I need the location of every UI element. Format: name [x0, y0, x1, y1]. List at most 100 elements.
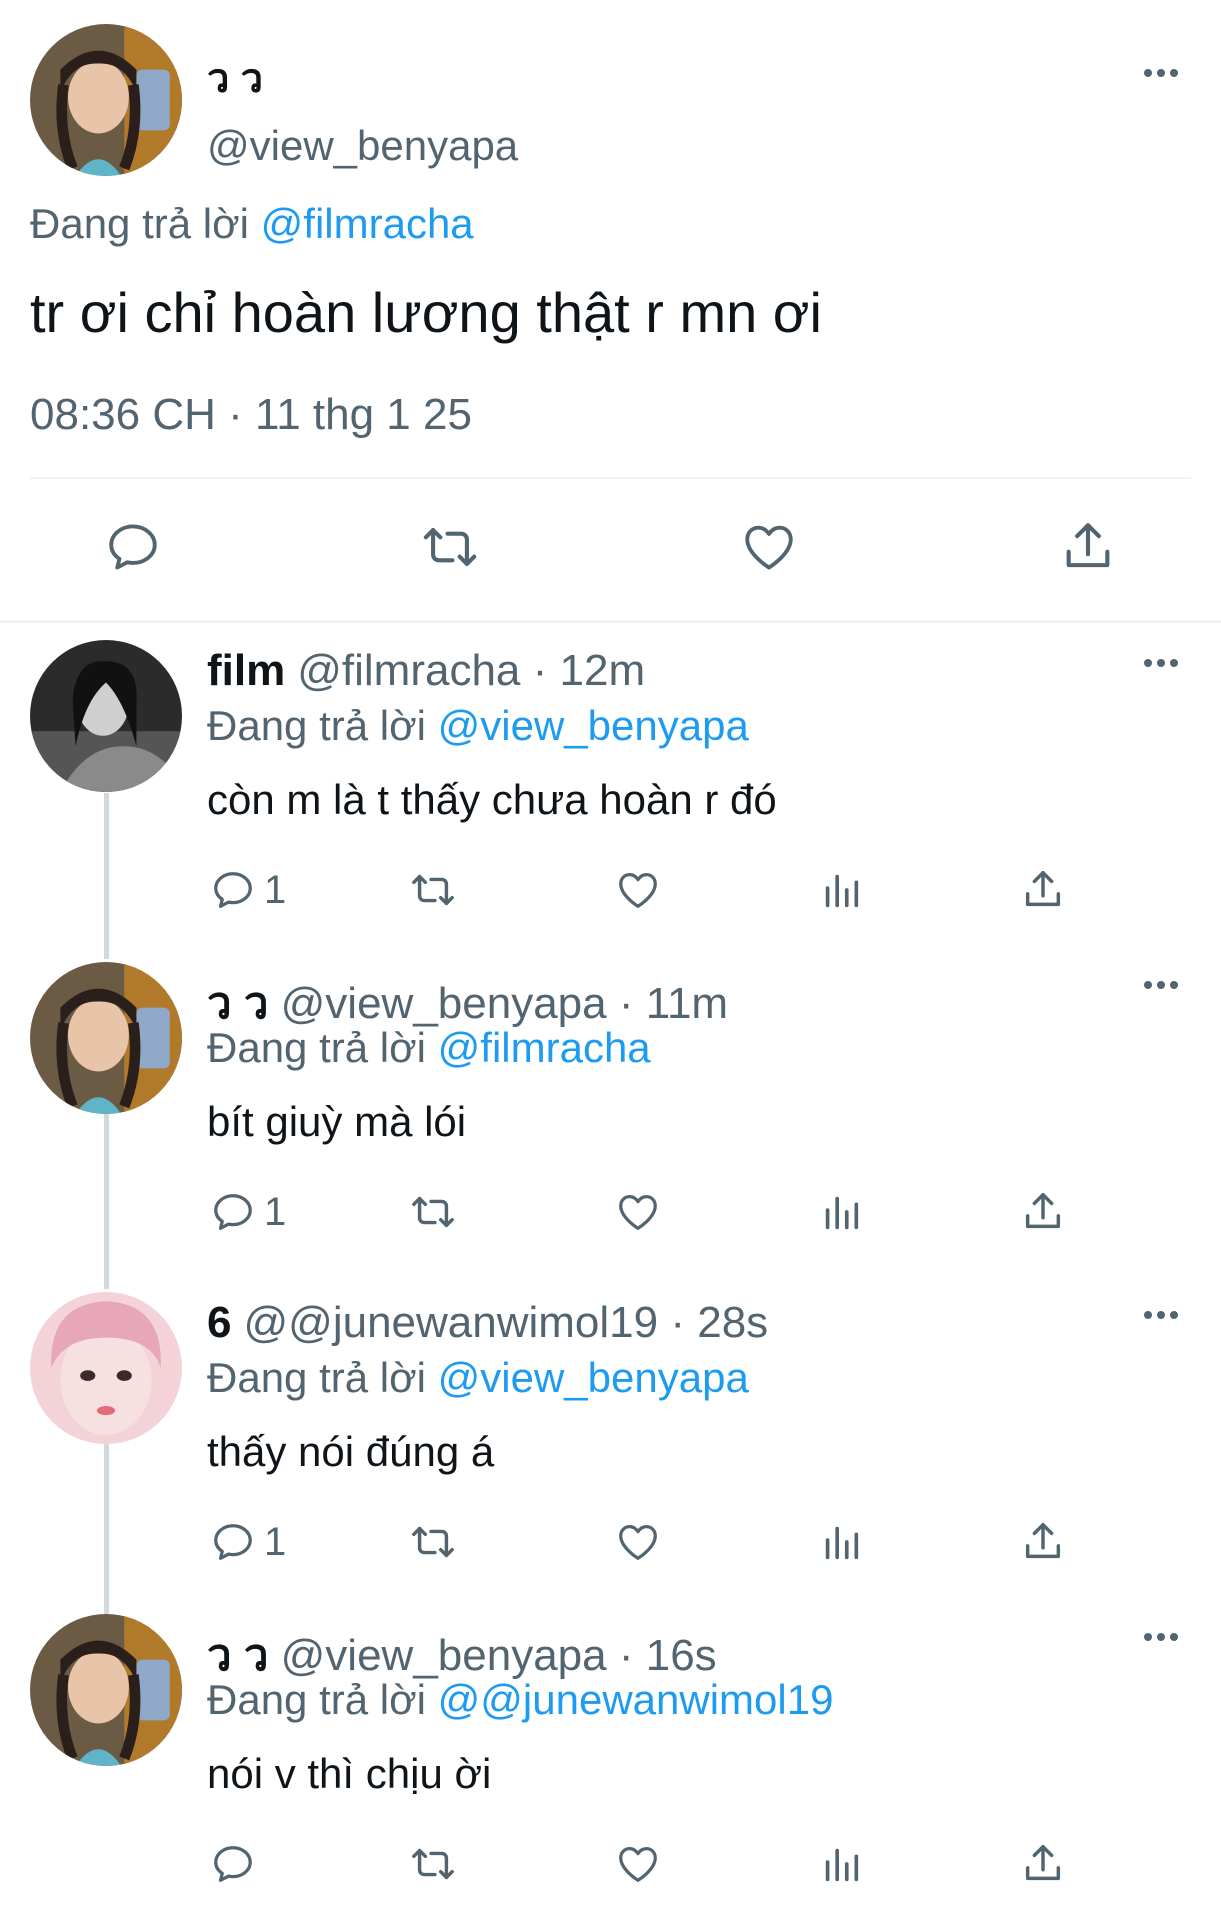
- main-tweet: ว ว @view_benyapa Đang trả lời @filmrach…: [0, 0, 1221, 620]
- retweet-icon: [412, 874, 454, 906]
- reply-author-handle[interactable]: @view_benyapa: [281, 979, 607, 1028]
- replying-to: Đang trả lời @filmracha: [207, 1024, 651, 1072]
- views-button[interactable]: [818, 1184, 864, 1240]
- reply-icon: [214, 1846, 252, 1882]
- reply-time[interactable]: 16s: [646, 1631, 717, 1680]
- share-icon: [1025, 1193, 1061, 1229]
- reply-author-name[interactable]: film: [207, 646, 285, 695]
- share-icon: [1025, 1845, 1061, 1881]
- views-button[interactable]: [818, 1514, 864, 1570]
- like-button[interactable]: [737, 515, 801, 579]
- share-button[interactable]: [1020, 862, 1066, 918]
- reply-author-name[interactable]: ว ว: [207, 979, 269, 1028]
- share-button[interactable]: [1056, 515, 1120, 579]
- like-button[interactable]: [615, 1184, 661, 1240]
- reply-author-name[interactable]: 6: [207, 1298, 231, 1347]
- avatar[interactable]: [30, 962, 182, 1114]
- mention-link[interactable]: @view_benyapa: [438, 1354, 749, 1401]
- avatar[interactable]: [30, 24, 182, 176]
- reply-tweet: ว ว @view_benyapa · 11m Đang trả lời @fil…: [0, 962, 1221, 1288]
- analytics-icon: [825, 1848, 859, 1882]
- heart-icon: [619, 873, 657, 908]
- replying-label: Đang trả lời: [207, 1024, 438, 1071]
- reply-text: bít giuỳ mà lói: [207, 1098, 467, 1145]
- reply-author-handle[interactable]: @view_benyapa: [281, 1631, 607, 1680]
- reply-time[interactable]: 12m: [560, 646, 646, 695]
- mention-link[interactable]: @@junewanwimol19: [438, 1676, 834, 1723]
- author-name[interactable]: ว ว: [207, 46, 263, 110]
- replying-label: Đang trả lời: [207, 702, 438, 749]
- retweet-button[interactable]: [410, 862, 456, 918]
- avatar[interactable]: [30, 1614, 182, 1766]
- like-button[interactable]: [615, 1836, 661, 1892]
- retweet-button[interactable]: [410, 1184, 456, 1240]
- reply-header: 6 @@junewanwimol19 · 28s: [207, 1298, 769, 1347]
- reply-text: còn m là t thấy chưa hoàn r đó: [207, 776, 777, 823]
- retweet-button[interactable]: [410, 1514, 456, 1570]
- retweet-button[interactable]: [418, 515, 482, 579]
- views-button[interactable]: [818, 1836, 864, 1892]
- divider: [30, 477, 1191, 479]
- reply-icon: [214, 1524, 252, 1560]
- tweet-timestamp[interactable]: 08:36 CH · 11 thg 1 25: [30, 390, 472, 440]
- avatar[interactable]: [30, 1292, 182, 1444]
- reply-header: film @filmracha · 12m: [207, 646, 646, 695]
- reply-icon: [214, 872, 252, 908]
- like-button[interactable]: [615, 1514, 661, 1570]
- analytics-icon: [825, 874, 859, 908]
- more-options-icon[interactable]: [1131, 1622, 1191, 1652]
- more-options-icon[interactable]: [1131, 1300, 1191, 1330]
- retweet-button[interactable]: [410, 1836, 456, 1892]
- reply-tweet: 6 @@junewanwimol19 · 28s Đang trả lời @vi…: [0, 1292, 1221, 1618]
- reply-icon: [109, 524, 157, 570]
- reply-button[interactable]: 1: [210, 1514, 286, 1570]
- reply-author-handle[interactable]: @filmracha: [297, 646, 520, 695]
- replying-to: Đang trả lời @view_benyapa: [207, 702, 749, 750]
- reply-tweet: film @filmracha · 12m Đang trả lời @view_…: [0, 640, 1221, 966]
- avatar[interactable]: [30, 640, 182, 792]
- more-options-icon[interactable]: [1131, 58, 1191, 88]
- share-button[interactable]: [1020, 1514, 1066, 1570]
- reply-tweet: ว ว @view_benyapa · 16s Đang trả lời @@ju…: [0, 1614, 1221, 1920]
- share-button[interactable]: [1020, 1836, 1066, 1892]
- heart-icon: [619, 1847, 657, 1882]
- reply-author-name[interactable]: ว ว: [207, 1631, 269, 1680]
- retweet-icon: [412, 1848, 454, 1880]
- reply-time[interactable]: 11m: [646, 979, 728, 1028]
- reply-actions: 1: [0, 1514, 1221, 1570]
- reply-time[interactable]: 28s: [697, 1298, 768, 1347]
- retweet-icon: [423, 528, 477, 566]
- reply-button[interactable]: [210, 1836, 264, 1892]
- reply-button[interactable]: 1: [210, 862, 286, 918]
- mention-link[interactable]: @filmracha: [261, 200, 474, 247]
- analytics-icon: [825, 1196, 859, 1230]
- section-divider: [0, 620, 1221, 623]
- mention-link[interactable]: @filmracha: [438, 1024, 651, 1071]
- replying-label: Đang trả lời: [207, 1354, 438, 1401]
- reply-button[interactable]: 1: [210, 1184, 286, 1240]
- reply-actions: 1: [0, 862, 1221, 918]
- reply-button[interactable]: [101, 515, 165, 579]
- reply-count: 1: [264, 867, 287, 912]
- share-icon: [1025, 1523, 1061, 1559]
- replying-label: Đang trả lời: [207, 1676, 438, 1723]
- retweet-icon: [412, 1196, 454, 1228]
- share-icon: [1025, 871, 1061, 907]
- reply-text: thấy nói đúng á: [207, 1428, 495, 1475]
- views-button[interactable]: [818, 862, 864, 918]
- heart-icon: [619, 1195, 657, 1230]
- author-handle[interactable]: @view_benyapa: [207, 122, 518, 170]
- reply-author-handle[interactable]: @@junewanwimol19: [243, 1298, 658, 1347]
- replying-to: Đang trả lời @filmracha: [30, 200, 474, 248]
- more-options-icon[interactable]: [1131, 970, 1191, 1000]
- share-icon: [1066, 523, 1110, 568]
- reply-count: 1: [264, 1189, 287, 1234]
- tweet-text: tr ơi chỉ hoàn lương thật r mn ơi: [30, 281, 822, 344]
- more-options-icon[interactable]: [1131, 648, 1191, 678]
- mention-link[interactable]: @view_benyapa: [438, 702, 749, 749]
- replying-label: Đang trả lời: [30, 200, 261, 247]
- reply-actions: [0, 1836, 1221, 1892]
- share-button[interactable]: [1020, 1184, 1066, 1240]
- like-button[interactable]: [615, 862, 661, 918]
- replying-to: Đang trả lời @view_benyapa: [207, 1354, 749, 1402]
